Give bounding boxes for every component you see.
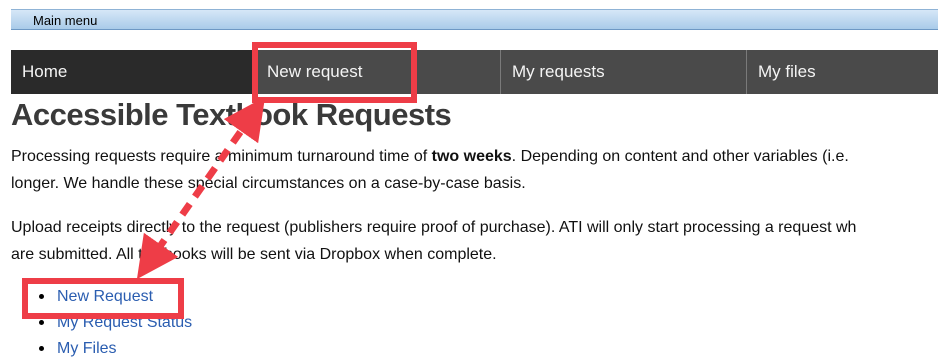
nav-item-home[interactable]: Home — [11, 50, 256, 94]
highlight-box-link-new-request — [22, 278, 184, 319]
nav-item-my-requests[interactable]: My requests — [501, 50, 747, 94]
main-menu-label[interactable]: Main menu — [33, 13, 97, 28]
nav-item-my-files[interactable]: My files — [747, 50, 938, 94]
link-my-files[interactable]: My Files — [57, 340, 117, 357]
turnaround-emphasis: two weeks — [431, 148, 512, 165]
primary-nav: Home New request My requests My files — [11, 50, 938, 94]
turnaround-text-line2: longer. We handle these special circumst… — [11, 175, 526, 192]
turnaround-paragraph: Processing requests require a minimum tu… — [11, 143, 849, 197]
page: Main menu Home New request My requests M… — [0, 0, 938, 358]
upload-text-line2: are submitted. All textbooks will be sen… — [11, 246, 497, 263]
bullet-icon — [39, 320, 44, 326]
upload-paragraph: Upload receipts directly to the request … — [11, 214, 856, 268]
turnaround-text-end: . Depending on content and other variabl… — [511, 148, 849, 165]
highlight-box-nav-new-request — [252, 42, 417, 103]
main-menu-bar[interactable]: Main menu — [11, 9, 938, 30]
bullet-icon — [39, 346, 44, 352]
turnaround-text-start: Processing requests require a minimum tu… — [11, 148, 432, 165]
upload-text-line1: Upload receipts directly to the request … — [11, 219, 857, 236]
list-item: My Files — [31, 337, 192, 358]
